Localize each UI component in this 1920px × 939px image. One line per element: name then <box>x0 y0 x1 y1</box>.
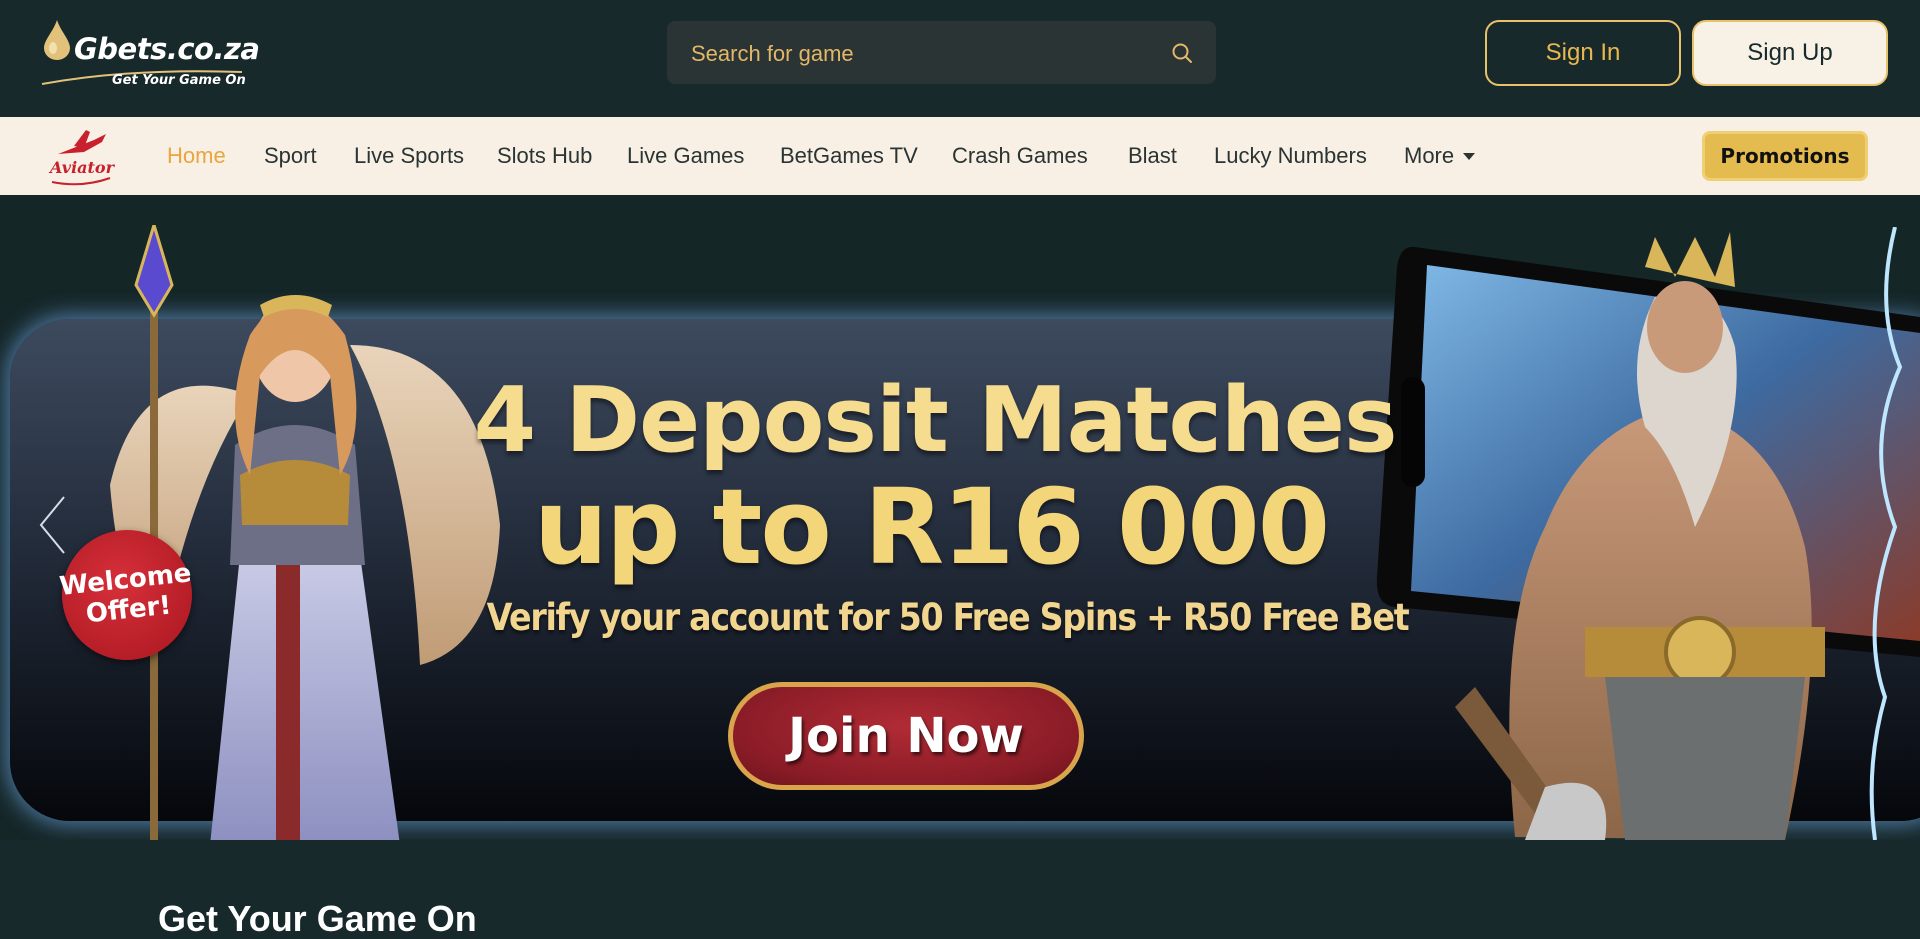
caret-down-icon <box>1463 153 1476 160</box>
flame-drop-icon <box>44 20 70 60</box>
sign-up-button[interactable]: Sign Up <box>1692 20 1888 86</box>
gbets-logo[interactable]: Gbets.co.za Get Your Game On <box>40 18 260 93</box>
main-nav: Aviator Home Sport Live Sports Slots Hub… <box>0 117 1920 195</box>
sign-in-button[interactable]: Sign In <box>1485 20 1681 86</box>
banner-subline: Verify your account for 50 Free Spins + … <box>486 596 1410 639</box>
nav-item-more[interactable]: More <box>1404 143 1476 169</box>
join-now-button[interactable]: Join Now <box>728 682 1084 790</box>
plane-icon <box>51 130 111 186</box>
banner-headline-2: up to R16 000 <box>533 466 1330 588</box>
nav-item-live-sports[interactable]: Live Sports <box>354 143 464 169</box>
nav-item-more-label: More <box>1404 143 1455 168</box>
nav-item-crash-games[interactable]: Crash Games <box>952 143 1088 169</box>
search-bar[interactable]: Search for game <box>667 21 1216 84</box>
top-header: Gbets.co.za Get Your Game On Search for … <box>0 0 1920 117</box>
logo-tagline: Get Your Game On <box>112 73 246 88</box>
nav-item-home[interactable]: Home <box>167 143 226 169</box>
nav-item-betgames-tv[interactable]: BetGames TV <box>780 143 918 169</box>
promo-banner[interactable]: Welcome Offer! 4 Deposit Matches up to R… <box>0 195 1920 840</box>
section-title: Get Your Game On <box>158 898 477 939</box>
banner-headline-1: 4 Deposit Matches <box>473 368 1397 473</box>
promotions-button[interactable]: Promotions <box>1702 131 1868 181</box>
nav-item-live-games[interactable]: Live Games <box>627 143 744 169</box>
search-icon[interactable] <box>1170 41 1194 65</box>
aviator-wordmark: Aviator <box>50 158 114 177</box>
logo-wordmark: Gbets.co.za <box>74 32 260 66</box>
nav-item-slots-hub[interactable]: Slots Hub <box>497 143 592 169</box>
aviator-logo[interactable]: Aviator <box>44 126 120 188</box>
search-input[interactable]: Search for game <box>691 41 854 67</box>
nav-item-sport[interactable]: Sport <box>264 143 317 169</box>
nav-item-lucky-numbers[interactable]: Lucky Numbers <box>1214 143 1367 169</box>
nav-item-blast[interactable]: Blast <box>1128 143 1177 169</box>
